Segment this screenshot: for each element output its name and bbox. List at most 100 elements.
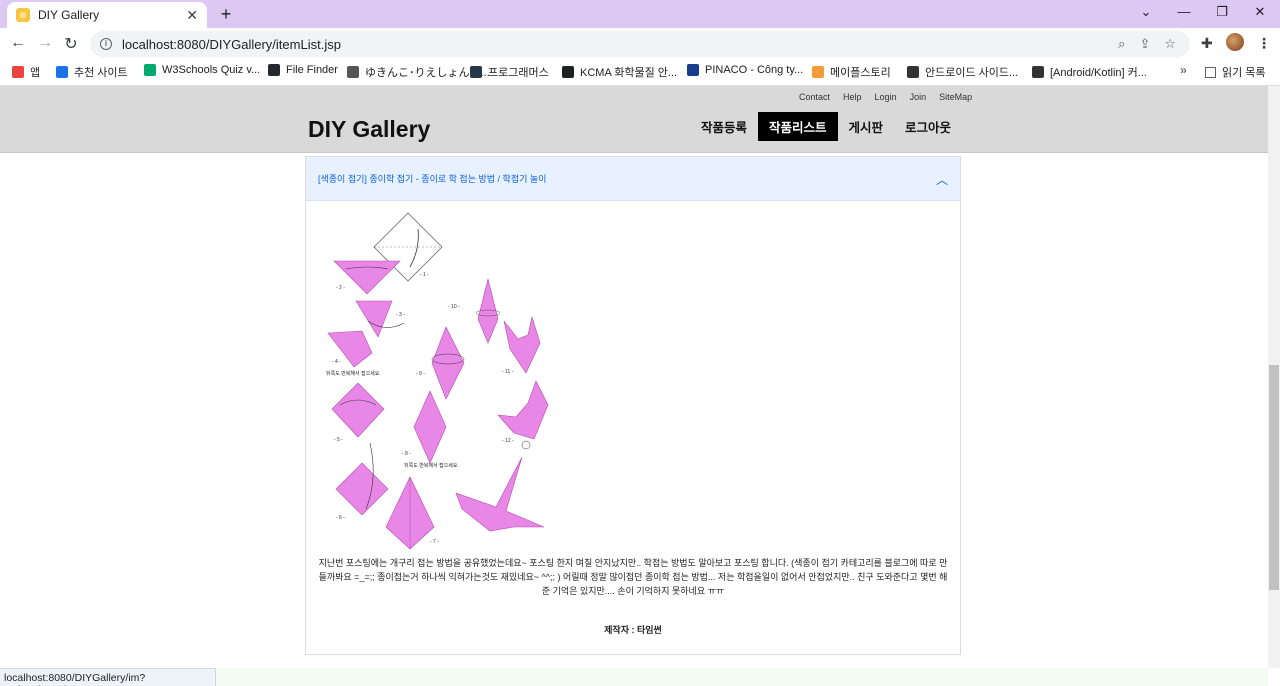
bookmark-label: 앱 xyxy=(30,67,41,79)
browser-tabstrip: DIY Gallery ✕ + ⌄ — ❐ ✕ xyxy=(0,0,1280,28)
nav-item-item-list[interactable]: 작품리스트 xyxy=(758,112,838,141)
bookmark-favicon-icon xyxy=(687,64,699,76)
step-6-diamond xyxy=(335,462,389,516)
status-url: localhost:8080/DIYGallery/im?action=item… xyxy=(0,668,216,686)
crane-instruction-image: - 1 - - 2 - - 3 - - 4 - 뒤쪽도 반복해서 접으세요. -… xyxy=(326,212,549,550)
step-caption-10: - 10 - xyxy=(448,304,460,310)
nav-item-logout[interactable]: 로그아웃 xyxy=(894,112,962,141)
bookmark-favicon-icon xyxy=(562,66,574,78)
site-title[interactable]: DIY Gallery xyxy=(308,116,430,143)
bookmarks-bar: 앱 추천 사이트 W3Schools Quiz v... File Finder ゆきん… xyxy=(0,60,1280,86)
tab-title: DIY Gallery xyxy=(38,8,100,22)
step-caption-5: - 5 - xyxy=(334,437,343,443)
chevron-up-icon[interactable]: ︿ xyxy=(936,171,948,188)
share-icon[interactable]: ⇪ xyxy=(1139,36,1150,52)
bookmark-favicon-icon xyxy=(907,66,919,78)
bookmark-item[interactable]: 메이플스토리 xyxy=(812,64,891,80)
bookmark-label: PINACO - Công ty... xyxy=(705,64,804,76)
tab-search-icon[interactable]: ⌄ xyxy=(1136,4,1156,20)
utility-links: Contact Help Login Join SiteMap xyxy=(799,92,985,102)
bookmark-star-icon[interactable]: ☆ xyxy=(1164,36,1176,52)
bookmarks-more-icon[interactable]: » xyxy=(1180,63,1187,77)
bookmark-label: 추천 사이트 xyxy=(74,67,128,79)
step-caption-3: - 3 - xyxy=(396,312,405,318)
step-caption-6: - 6 - xyxy=(336,515,345,521)
profile-avatar[interactable] xyxy=(1226,33,1244,51)
step-note-2: 뒤쪽도 반복해서 접으세요. xyxy=(404,462,459,469)
bookmark-label: [Android/Kotlin] 커... xyxy=(1050,67,1147,79)
address-bar[interactable]: i localhost:8080/DIYGallery/itemList.jsp… xyxy=(90,31,1190,57)
address-url[interactable]: localhost:8080/DIYGallery/itemList.jsp xyxy=(122,37,1118,52)
tab-close-icon[interactable]: ✕ xyxy=(186,7,198,24)
util-link-join[interactable]: Join xyxy=(910,92,927,102)
bookmark-label: KCMA 화학물질 안... xyxy=(580,67,678,79)
step-10-shape xyxy=(477,278,499,344)
browser-menu-icon[interactable]: ⋮ xyxy=(1257,35,1271,52)
step-11-crane xyxy=(503,315,541,374)
page-scrollbar-thumb[interactable] xyxy=(1269,365,1279,590)
forward-arrow-icon[interactable]: → xyxy=(35,34,55,52)
bookmark-label: 안드로이드 사이드... xyxy=(925,67,1019,79)
reading-list-icon xyxy=(1205,66,1216,78)
zoom-icon[interactable]: ⌕ xyxy=(1118,36,1125,52)
page-bottom xyxy=(216,668,1268,686)
bookmark-item[interactable]: KCMA 화학물질 안... xyxy=(562,64,677,80)
step-note-1: 뒤쪽도 반복해서 접으세요. xyxy=(326,370,381,377)
bookmark-item[interactable]: 프로그래머스 xyxy=(470,64,549,80)
bookmark-item[interactable]: 앱 xyxy=(12,64,40,80)
step-caption-8: - 8 - xyxy=(402,451,411,457)
bookmark-label: 메이플스토리 xyxy=(830,67,891,79)
item-title[interactable]: [색종이 접기] 종이학 접기 - 종이로 학 접는 방법 / 학접기 놀이 xyxy=(318,172,546,185)
bookmark-item[interactable]: ゆきんこ･りえしょんの... xyxy=(347,64,490,80)
bookmark-item[interactable]: File Finder xyxy=(268,64,338,76)
bookmark-favicon-icon xyxy=(812,66,824,78)
accordion-header[interactable]: [색종이 접기] 종이학 접기 - 종이로 학 접는 방법 / 학접기 놀이 ︿ xyxy=(306,157,960,201)
step-caption-7: - 7 - xyxy=(430,539,439,545)
util-link-sitemap[interactable]: SiteMap xyxy=(939,92,972,102)
util-link-help[interactable]: Help xyxy=(843,92,862,102)
bookmark-item[interactable]: [Android/Kotlin] 커... xyxy=(1032,64,1147,80)
back-arrow-icon[interactable]: ← xyxy=(8,34,28,52)
restore-icon[interactable]: ❐ xyxy=(1212,4,1232,20)
finished-crane xyxy=(455,456,545,532)
bookmark-favicon-icon xyxy=(347,66,359,78)
site-info-icon[interactable]: i xyxy=(100,38,112,50)
util-link-contact[interactable]: Contact xyxy=(799,92,830,102)
step-caption-12: - 12 - xyxy=(502,438,514,444)
step-12-detail xyxy=(521,440,531,450)
bookmark-label: W3Schools Quiz v... xyxy=(162,64,261,76)
step-caption-1: - 1 - xyxy=(420,272,429,278)
item-description: 지난번 포스팅에는 개구리 접는 방법을 공유했었는데요~ 포스팅 한지 며칠 … xyxy=(318,558,948,596)
bookmark-item[interactable]: 추천 사이트 xyxy=(56,64,128,80)
step-caption-9: - 9 - xyxy=(416,371,425,377)
bookmark-label: File Finder xyxy=(286,64,338,76)
reading-list-button[interactable]: 읽기 목록 xyxy=(1205,64,1266,80)
main-nav: 작품등록 작품리스트 게시판 로그아웃 xyxy=(690,112,962,141)
bookmark-item[interactable]: PINACO - Công ty... xyxy=(687,64,803,76)
bookmark-favicon-icon xyxy=(12,66,24,78)
step-8-diamond xyxy=(413,390,447,464)
step-12-crane xyxy=(497,380,549,440)
browser-toolbar: ← → ↻ i localhost:8080/DIYGallery/itemLi… xyxy=(0,28,1280,60)
item-maker: 제작자 : 타임썬 xyxy=(604,625,662,635)
bookmark-favicon-icon xyxy=(1032,66,1044,78)
window-close-icon[interactable]: ✕ xyxy=(1250,4,1270,20)
new-tab-button[interactable]: + xyxy=(216,4,236,25)
bookmark-item[interactable]: 안드로이드 사이드... xyxy=(907,64,1018,80)
util-link-login[interactable]: Login xyxy=(875,92,897,102)
step-5-diamond xyxy=(331,382,385,438)
nav-item-board[interactable]: 게시판 xyxy=(838,112,895,141)
nav-item-register[interactable]: 작품등록 xyxy=(690,112,758,141)
minimize-icon[interactable]: — xyxy=(1174,4,1194,19)
extensions-puzzle-icon[interactable]: ✚ xyxy=(1201,35,1213,52)
reading-list-label: 읽기 목록 xyxy=(1222,67,1266,79)
reload-icon[interactable]: ↻ xyxy=(61,34,81,54)
browser-tab[interactable]: DIY Gallery ✕ xyxy=(7,2,207,28)
bookmark-item[interactable]: W3Schools Quiz v... xyxy=(144,64,260,76)
step-9-shape xyxy=(431,326,465,400)
bookmark-favicon-icon xyxy=(144,64,156,76)
step-caption-11: - 11 - xyxy=(502,369,514,375)
bookmark-label: 프로그래머스 xyxy=(488,67,549,79)
bookmark-favicon-icon xyxy=(56,66,68,78)
site-header: Contact Help Login Join SiteMap DIY Gall… xyxy=(0,86,1268,153)
